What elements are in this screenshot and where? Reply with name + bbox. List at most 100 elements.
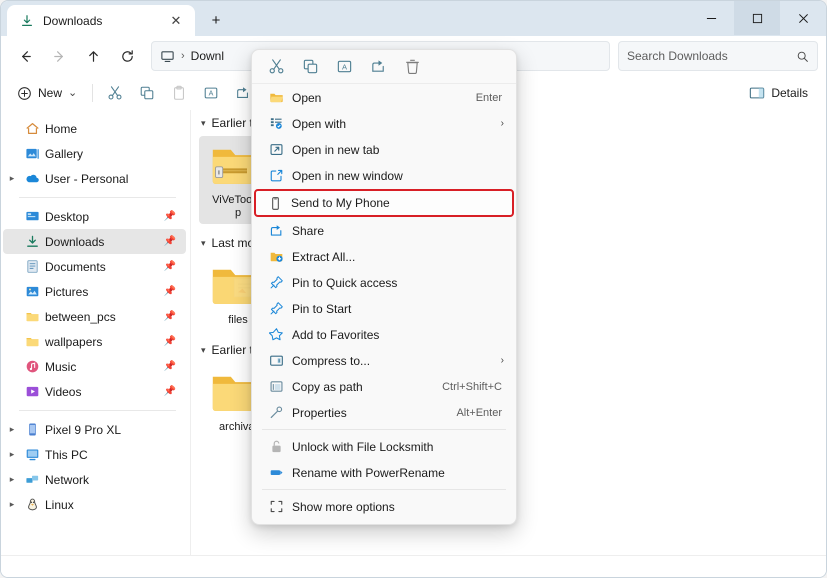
forward-button[interactable]: [43, 40, 75, 72]
menu-item-add-to-favorites[interactable]: Add to Favorites: [256, 322, 512, 347]
copy-icon[interactable]: [132, 79, 162, 107]
pin-icon[interactable]: 📌: [164, 386, 176, 397]
sidebar-item-videos[interactable]: Videos 📌: [3, 379, 186, 404]
gallery-icon: [21, 146, 43, 161]
sidebar-item-wallpapers[interactable]: wallpapers 📌: [3, 329, 186, 354]
maximize-button[interactable]: [734, 1, 780, 35]
menu-item-open-in-new-window[interactable]: Open in new window: [256, 163, 512, 188]
sidebar-item-desktop[interactable]: Desktop 📌: [3, 204, 186, 229]
details-pane-button[interactable]: Details: [739, 79, 818, 107]
sidebar-item-documents[interactable]: Documents 📌: [3, 254, 186, 279]
breadcrumb[interactable]: Downl: [191, 49, 224, 63]
share-icon[interactable]: [362, 53, 394, 81]
network-icon: [21, 472, 43, 487]
chevron-right-icon[interactable]: ▸: [3, 449, 21, 460]
pin-icon[interactable]: 📌: [164, 261, 176, 272]
folder-open-icon: [264, 90, 288, 105]
menu-item-compress-to[interactable]: Compress to... ›: [256, 348, 512, 373]
home-icon: [21, 121, 43, 136]
extract-icon: [264, 249, 288, 264]
back-button[interactable]: [9, 40, 41, 72]
sidebar-item-pictures[interactable]: Pictures 📌: [3, 279, 186, 304]
new-button[interactable]: New ⌄: [9, 79, 85, 107]
menu-item-properties[interactable]: Properties Alt+Enter: [256, 400, 512, 425]
copy-icon[interactable]: [294, 53, 326, 81]
delete-icon[interactable]: [396, 53, 428, 81]
chevron-right-icon[interactable]: ▸: [3, 499, 21, 510]
chevron-down-icon[interactable]: ▾: [201, 118, 206, 129]
rename-icon[interactable]: A: [196, 79, 226, 107]
folder-icon: [21, 334, 43, 349]
menu-item-open[interactable]: Open Enter: [256, 85, 512, 110]
sidebar-item-home[interactable]: Home: [3, 116, 186, 141]
cut-icon[interactable]: [100, 79, 130, 107]
pin-icon[interactable]: 📌: [164, 361, 176, 372]
cut-icon[interactable]: [260, 53, 292, 81]
menu-item-unlock-with-file-locksmith[interactable]: Unlock with File Locksmith: [256, 434, 512, 459]
chevron-right-icon[interactable]: ▸: [3, 424, 21, 435]
menu-item-rename-with-powerrename[interactable]: Rename with PowerRename: [256, 460, 512, 485]
pin-icon[interactable]: 📌: [164, 336, 176, 347]
music-icon: [21, 359, 43, 374]
context-menu-toolbar: A: [252, 50, 516, 84]
search-icon: [796, 50, 809, 63]
menu-item-pin-to-quick-access[interactable]: Pin to Quick access: [256, 270, 512, 295]
chevron-down-icon[interactable]: ▾: [201, 345, 206, 356]
menu-item-accelerator: Alt+Enter: [456, 406, 502, 419]
menu-item-label: Rename with PowerRename: [292, 465, 445, 480]
divider: [19, 410, 176, 411]
nav-group-quick: Home Gallery ▸ User - Personal: [1, 116, 190, 191]
pin-icon[interactable]: 📌: [164, 286, 176, 297]
svg-text:A: A: [341, 62, 347, 71]
chevron-right-icon[interactable]: ▸: [3, 474, 21, 485]
sidebar-item-this-pc[interactable]: ▸ This PC: [3, 442, 186, 467]
sidebar-label: wallpapers: [45, 334, 103, 349]
sidebar-label: Documents: [45, 259, 106, 274]
sidebar-item-gallery[interactable]: Gallery: [3, 141, 186, 166]
menu-item-label: Properties: [292, 405, 347, 420]
close-icon[interactable]: ✕: [165, 10, 187, 32]
chevron-right-icon[interactable]: ▸: [3, 173, 21, 184]
menu-item-pin-to-start[interactable]: Pin to Start: [256, 296, 512, 321]
search-input[interactable]: Search Downloads: [627, 49, 728, 63]
new-tab-icon: [264, 142, 288, 157]
chevron-right-icon: ›: [500, 118, 504, 129]
sidebar-item-music[interactable]: Music 📌: [3, 354, 186, 379]
sidebar-item-downloads[interactable]: Downloads 📌: [3, 229, 186, 254]
sidebar-item-between-pcs[interactable]: between_pcs 📌: [3, 304, 186, 329]
menu-item-show-more-options[interactable]: Show more options: [256, 494, 512, 519]
rename-icon[interactable]: A: [328, 53, 360, 81]
sidebar-item-linux[interactable]: ▸ Linux: [3, 492, 186, 517]
chevron-right-icon: ›: [500, 355, 504, 366]
refresh-button[interactable]: [111, 40, 143, 72]
status-bar: [1, 555, 826, 577]
pin-icon[interactable]: 📌: [164, 311, 176, 322]
sidebar-item-network[interactable]: ▸ Network: [3, 467, 186, 492]
sidebar-item-user-personal[interactable]: ▸ User - Personal: [3, 166, 186, 191]
up-button[interactable]: [77, 40, 109, 72]
menu-item-label: Extract All...: [292, 249, 356, 264]
menu-item-open-with[interactable]: Open with ›: [256, 111, 512, 136]
new-window-icon: [264, 168, 288, 183]
menu-item-copy-as-path[interactable]: Copy as path Ctrl+Shift+C: [256, 374, 512, 399]
videos-icon: [21, 384, 43, 399]
paste-icon[interactable]: [164, 79, 194, 107]
pin-icon[interactable]: 📌: [164, 236, 176, 247]
menu-item-extract-all[interactable]: Extract All...: [256, 244, 512, 269]
menu-item-share[interactable]: Share: [256, 218, 512, 243]
menu-item-open-in-new-tab[interactable]: Open in new tab: [256, 137, 512, 162]
chevron-down-icon[interactable]: ▾: [201, 238, 206, 249]
menu-item-label: Send to My Phone: [291, 196, 390, 210]
search-box[interactable]: Search Downloads: [618, 41, 818, 71]
close-button[interactable]: [780, 1, 826, 35]
sidebar-item-pixel-9-pro-xl[interactable]: ▸ Pixel 9 Pro XL: [3, 417, 186, 442]
minimize-button[interactable]: [688, 1, 734, 35]
copy-path-icon: [264, 379, 288, 394]
divider: [19, 197, 176, 198]
menu-item-label: Pin to Start: [292, 301, 352, 316]
tab-downloads[interactable]: Downloads ✕: [7, 5, 195, 36]
pin-icon[interactable]: 📌: [164, 211, 176, 222]
new-tab-button[interactable]: +: [201, 5, 231, 35]
menu-item-send-to-my-phone[interactable]: Send to My Phone: [254, 189, 514, 217]
desktop-icon: [21, 209, 43, 224]
